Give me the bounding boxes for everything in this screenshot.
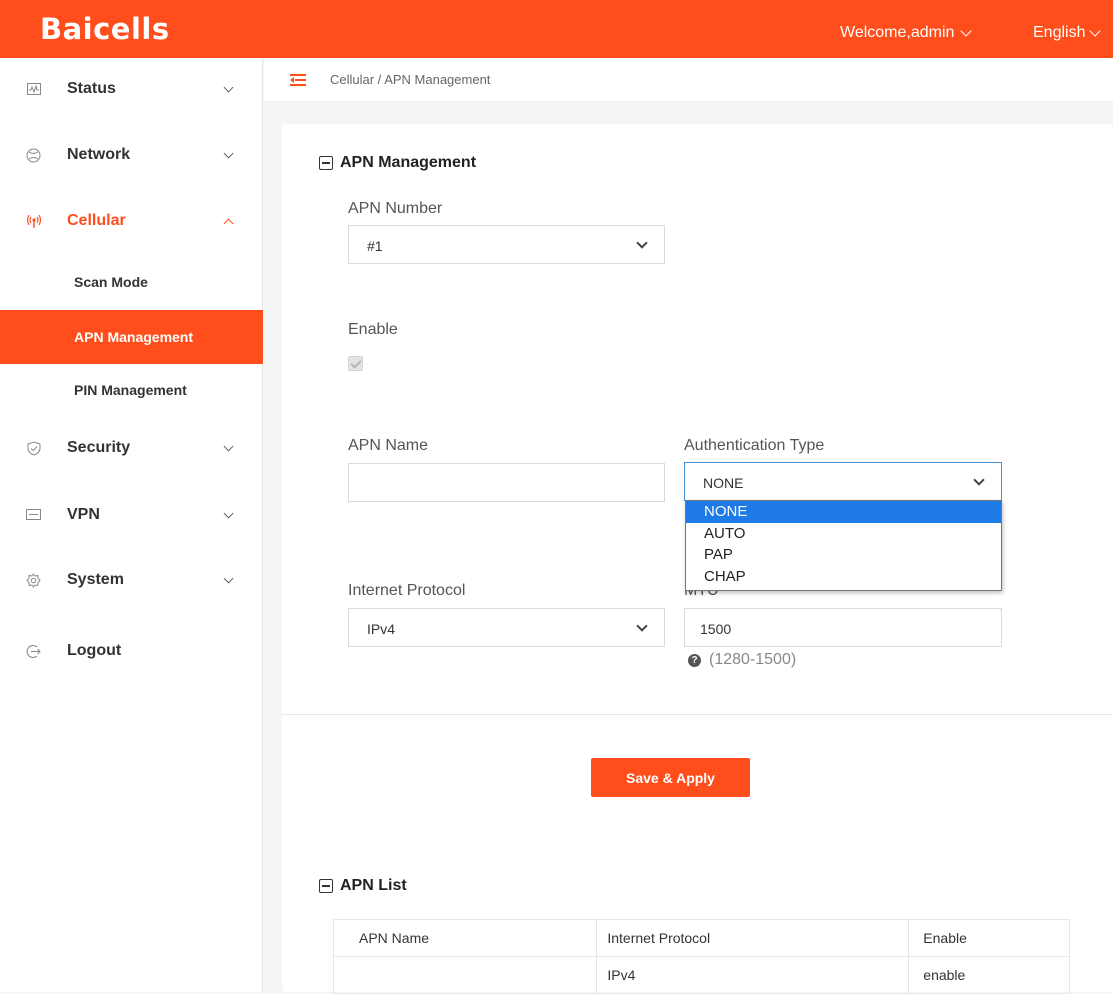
- apn-number-select[interactable]: #1: [348, 225, 665, 264]
- apn-name-input[interactable]: [348, 463, 665, 502]
- chevron-down-icon: [223, 82, 234, 92]
- sidebar-item-label: System: [67, 571, 124, 588]
- menu-toggle-icon[interactable]: [290, 74, 306, 86]
- sidebar: Status Network Cellular Scan Mode APN Ma…: [0, 58, 263, 992]
- sidebar-item-label: Status: [67, 80, 116, 97]
- sidebar-subitem-pin-management[interactable]: PIN Management: [0, 363, 263, 417]
- collapse-icon[interactable]: [319, 879, 333, 893]
- language-selector[interactable]: English: [1033, 24, 1102, 42]
- chevron-down-icon: [223, 148, 234, 158]
- sidebar-item-status[interactable]: Status: [0, 62, 263, 116]
- breadcrumb: Cellular / APN Management: [264, 58, 1113, 102]
- brand-logo[interactable]: Baicells: [40, 12, 170, 46]
- shield-icon: [26, 440, 41, 456]
- apn-number-value: #1: [367, 238, 383, 254]
- section-title-text: APN List: [340, 877, 407, 894]
- sidebar-item-vpn[interactable]: VPN: [0, 488, 263, 542]
- antenna-icon: [26, 214, 42, 229]
- globe-icon: [26, 148, 41, 163]
- breadcrumb-path: Cellular / APN Management: [330, 72, 491, 87]
- help-icon[interactable]: ?: [688, 653, 701, 667]
- sidebar-item-security[interactable]: Security: [0, 421, 263, 475]
- auth-type-select[interactable]: NONE: [684, 462, 1002, 501]
- auth-option-pap[interactable]: PAP: [686, 544, 1001, 566]
- apn-list-table: APN Name Internet Protocol Enable IPv4 e…: [332, 919, 1070, 994]
- mtu-value: 1500: [700, 621, 732, 637]
- table-header-row: APN Name Internet Protocol Enable: [332, 919, 1070, 957]
- apn-management-section-title[interactable]: APN Management: [319, 154, 476, 172]
- column-header: APN Name: [332, 919, 598, 957]
- sidebar-item-label: Network: [67, 146, 131, 163]
- sidebar-subitem-label: Scan Mode: [74, 274, 148, 290]
- language-text: English: [1033, 24, 1086, 41]
- sidebar-subitem-label: APN Management: [74, 329, 194, 345]
- mtu-hint: ? (1280-1500): [688, 651, 796, 669]
- auth-option-auto[interactable]: AUTO: [686, 523, 1001, 545]
- section-title-text: APN Management: [340, 154, 477, 171]
- auth-type-label: Authentication Type: [684, 437, 825, 454]
- chevron-down-icon: [636, 237, 648, 249]
- chevron-down-icon: [223, 441, 234, 451]
- auth-option-chap[interactable]: CHAP: [686, 566, 1001, 588]
- table-cell: enable: [908, 956, 1070, 994]
- apn-name-label: APN Name: [348, 437, 429, 454]
- auth-type-dropdown: NONE AUTO PAP CHAP: [685, 500, 1002, 591]
- welcome-text: Welcome,admin: [840, 24, 955, 41]
- sidebar-item-label: Security: [67, 439, 131, 456]
- chevron-down-icon: [960, 24, 973, 37]
- auth-type-value: NONE: [703, 475, 744, 491]
- sidebar-item-logout[interactable]: Logout: [0, 624, 263, 678]
- chevron-down-icon: [973, 474, 985, 486]
- sidebar-item-label: Cellular: [67, 212, 126, 229]
- section-divider: [282, 714, 1113, 715]
- chevron-down-icon: [636, 620, 648, 632]
- table-row[interactable]: IPv4 enable: [332, 956, 1070, 994]
- activity-icon: [26, 82, 41, 97]
- sidebar-item-system[interactable]: System: [0, 553, 263, 607]
- internet-protocol-value: IPv4: [367, 621, 396, 637]
- table-cell: [332, 956, 598, 994]
- user-menu[interactable]: Welcome,admin: [840, 24, 973, 42]
- top-bar: Baicells Welcome,admin English: [0, 0, 1113, 58]
- vpn-icon: [26, 508, 41, 523]
- collapse-icon[interactable]: [319, 156, 333, 170]
- chevron-down-icon: [1089, 24, 1102, 37]
- sidebar-item-cellular[interactable]: Cellular: [0, 194, 263, 248]
- mtu-input[interactable]: 1500: [684, 608, 1002, 647]
- sidebar-subitem-scan-mode[interactable]: Scan Mode: [0, 255, 263, 309]
- save-apply-button[interactable]: Save & Apply: [591, 758, 750, 797]
- chevron-up-icon: [223, 218, 234, 228]
- column-header: Enable: [908, 919, 1070, 957]
- chevron-down-icon: [223, 573, 234, 583]
- sidebar-item-label: VPN: [67, 506, 100, 523]
- logout-icon: [26, 644, 41, 659]
- chevron-down-icon: [223, 508, 234, 518]
- internet-protocol-label: Internet Protocol: [348, 582, 466, 599]
- sidebar-item-label: Logout: [67, 642, 122, 659]
- gear-icon: [26, 572, 41, 588]
- enable-checkbox[interactable]: [348, 356, 363, 371]
- mtu-range-text: (1280-1500): [709, 651, 797, 668]
- sidebar-subitem-apn-management[interactable]: APN Management: [0, 310, 263, 364]
- column-header: Internet Protocol: [596, 919, 910, 957]
- sidebar-item-network[interactable]: Network: [0, 128, 263, 182]
- apn-list-section-title[interactable]: APN List: [319, 877, 407, 895]
- enable-label: Enable: [348, 321, 398, 338]
- sidebar-subitem-label: PIN Management: [74, 382, 187, 398]
- auth-option-none[interactable]: NONE: [686, 501, 1001, 523]
- internet-protocol-select[interactable]: IPv4: [348, 608, 665, 647]
- apn-number-label: APN Number: [348, 200, 443, 217]
- table-cell: IPv4: [596, 956, 910, 994]
